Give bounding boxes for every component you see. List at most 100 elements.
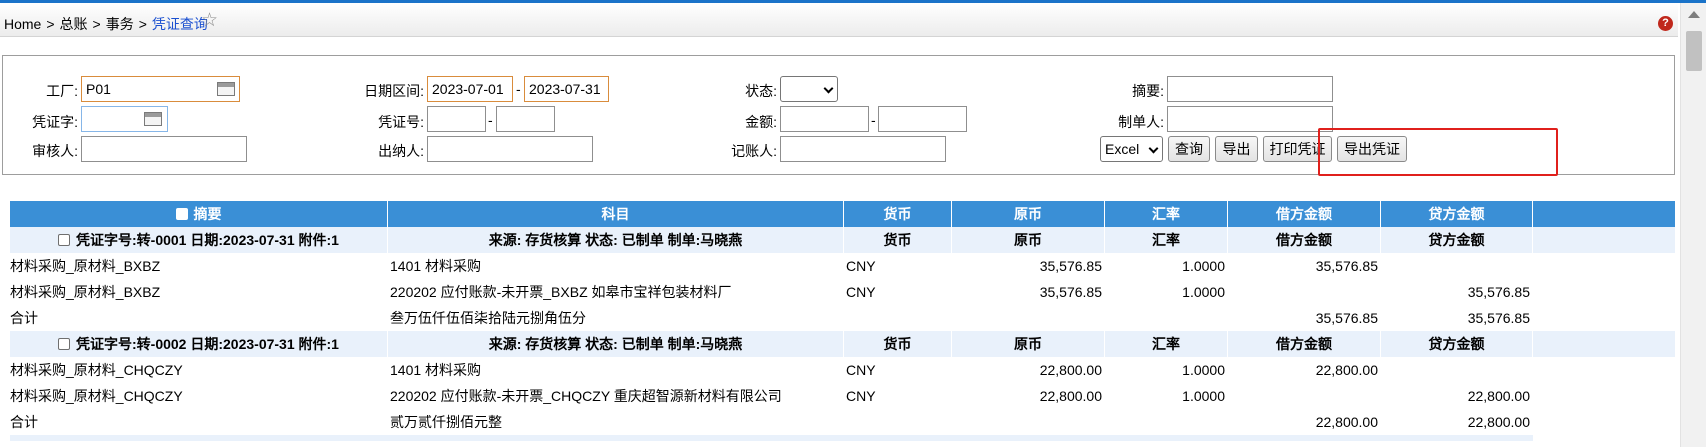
sub-header-currency: 货币 <box>844 227 952 253</box>
factory-label: 工厂: <box>46 83 78 99</box>
chevron-down-icon <box>823 83 834 94</box>
sub-header-debit: 借方金额 <box>1228 331 1381 357</box>
breadcrumb-separator: > <box>138 16 147 32</box>
sub-header-credit: 贷方金额 <box>1381 227 1533 253</box>
sub-header-original: 原币 <box>952 331 1105 357</box>
column-header-currency: 货币 <box>844 201 952 227</box>
highlight-box <box>1318 128 1558 176</box>
total-debit: 22,800.00 <box>1315 414 1378 430</box>
line-summary: 材料采购_原材料_BXBZ <box>10 258 161 274</box>
cashier-input[interactable] <box>427 136 593 162</box>
query-button[interactable]: 查询 <box>1168 136 1210 162</box>
creator-input[interactable] <box>1167 106 1333 132</box>
sub-header-rate: 汇率 <box>1105 331 1228 357</box>
line-currency: CNY <box>846 362 876 378</box>
sub-header-debit: 借方金额 <box>1228 227 1381 253</box>
amount-from-input[interactable] <box>780 106 869 132</box>
line-currency: CNY <box>846 388 876 404</box>
creator-label: 制单人: <box>1118 114 1164 130</box>
breadcrumb-home[interactable]: Home <box>4 16 41 32</box>
total-debit: 35,576.85 <box>1315 310 1378 326</box>
total-row: 合计 叁万伍仟伍佰柒拾陆元捌角伍分 35,576.85 35,576.85 <box>10 305 1675 331</box>
breadcrumb-bar: Home > 总账 > 事务 > 凭证查询 ☆ ? <box>0 3 1678 37</box>
total-label: 合计 <box>10 414 38 430</box>
line-original: 22,800.00 <box>1039 388 1102 404</box>
voucher-no-from-input[interactable] <box>427 106 486 132</box>
breadcrumb-separator: > <box>46 16 55 32</box>
export-format-value: Excel <box>1105 141 1140 157</box>
status-label: 状态: <box>745 83 777 99</box>
breadcrumb-transactions[interactable]: 事务 <box>106 16 134 32</box>
breadcrumb: Home > 总账 > 事务 > 凭证查询 <box>4 14 208 34</box>
line-account: 1401 材料采购 <box>390 362 482 378</box>
date-from-input[interactable]: 2023-07-01 <box>427 76 513 102</box>
next-voucher-row-partial <box>10 435 1533 441</box>
voucher-title: 凭证字号:转-0001 日期:2023-07-31 附件:1 <box>10 227 388 253</box>
star-outline-icon[interactable]: ☆ <box>201 11 218 30</box>
export-format-select[interactable]: Excel <box>1100 136 1163 162</box>
sub-header-credit: 贷方金额 <box>1381 331 1533 357</box>
line-summary: 材料采购_原材料_CHQCZY <box>10 362 183 378</box>
summary-input[interactable] <box>1167 76 1333 102</box>
total-amount-in-words: 贰万贰仟捌佰元整 <box>390 414 502 430</box>
voucher-title: 凭证字号:转-0002 日期:2023-07-31 附件:1 <box>10 331 388 357</box>
line-credit: 35,576.85 <box>1467 284 1530 300</box>
voucher-no-to-input[interactable] <box>496 106 555 132</box>
line-original: 35,576.85 <box>1039 258 1102 274</box>
line-rate: 1.0000 <box>1182 284 1225 300</box>
line-credit <box>1381 357 1533 383</box>
reviewer-label: 审核人: <box>32 143 78 159</box>
column-header-rate: 汇率 <box>1105 201 1228 227</box>
column-header-credit: 贷方金额 <box>1381 201 1533 227</box>
line-rate: 1.0000 <box>1182 258 1225 274</box>
date-to-input[interactable]: 2023-07-31 <box>524 76 609 102</box>
question-icon[interactable]: ? <box>1658 16 1673 31</box>
breadcrumb-current: 凭证查询 <box>151 16 208 32</box>
table-row: 材料采购_原材料_BXBZ 220202 应付账款-未开票_BXBZ 如皋市宝祥… <box>10 279 1675 305</box>
amount-label: 金额: <box>745 114 777 130</box>
line-summary: 材料采购_原材料_BXBZ <box>10 284 161 300</box>
line-credit: 22,800.00 <box>1467 388 1530 404</box>
table-row: 材料采购_原材料_CHQCZY 1401 材料采购 CNY 22,800.00 … <box>10 357 1675 383</box>
reviewer-input[interactable] <box>81 136 247 162</box>
breadcrumb-general-ledger[interactable]: 总账 <box>60 16 88 32</box>
voucher-group-row: 凭证字号:转-0002 日期:2023-07-31 附件:1 来源: 存货核算 … <box>10 331 1675 357</box>
line-rate: 1.0000 <box>1182 388 1225 404</box>
select-all-checkbox[interactable] <box>175 208 188 220</box>
line-debit <box>1228 383 1381 409</box>
chevron-down-icon <box>1148 143 1159 154</box>
line-summary: 材料采购_原材料_CHQCZY <box>10 388 183 404</box>
export-button[interactable]: 导出 <box>1215 136 1258 162</box>
line-currency: CNY <box>846 258 876 274</box>
column-header-original: 原币 <box>952 201 1105 227</box>
column-header-account: 科目 <box>388 201 844 227</box>
column-header-debit: 借方金额 <box>1228 201 1381 227</box>
line-original: 22,800.00 <box>1039 362 1102 378</box>
range-separator: - <box>516 81 521 97</box>
amount-to-input[interactable] <box>878 106 967 132</box>
status-select[interactable] <box>780 76 838 102</box>
sub-header-currency: 货币 <box>844 331 952 357</box>
voucher-group-row: 凭证字号:转-0001 日期:2023-07-31 附件:1 来源: 存货核算 … <box>10 227 1675 253</box>
voucher-checkbox[interactable] <box>58 338 70 350</box>
scroll-up-arrow-icon[interactable] <box>1688 11 1700 18</box>
vertical-scrollbar[interactable] <box>1680 3 1706 447</box>
summary-label: 摘要: <box>1132 83 1164 99</box>
line-account: 220202 应付账款-未开票_BXBZ 如皋市宝祥包装材料厂 <box>390 284 732 300</box>
bookkeeper-input[interactable] <box>780 136 946 162</box>
total-amount-in-words: 叁万伍仟伍佰柒拾陆元捌角伍分 <box>390 310 586 326</box>
lookup-icon[interactable] <box>144 112 162 126</box>
voucher-checkbox[interactable] <box>58 234 70 246</box>
voucher-type-label: 凭证字: <box>32 114 78 130</box>
lookup-icon[interactable] <box>217 82 235 96</box>
date-range-label: 日期区间: <box>364 83 424 99</box>
line-debit: 22,800.00 <box>1315 362 1378 378</box>
range-separator: - <box>871 112 876 128</box>
line-debit <box>1228 279 1381 305</box>
total-credit: 22,800.00 <box>1467 414 1530 430</box>
sub-header-rate: 汇率 <box>1105 227 1228 253</box>
scrollbar-thumb[interactable] <box>1686 31 1702 71</box>
total-label: 合计 <box>10 310 38 326</box>
table-row: 材料采购_原材料_BXBZ 1401 材料采购 CNY 35,576.85 1.… <box>10 253 1675 279</box>
voucher-source: 来源: 存货核算 状态: 已制单 制单:马晓燕 <box>388 227 844 253</box>
